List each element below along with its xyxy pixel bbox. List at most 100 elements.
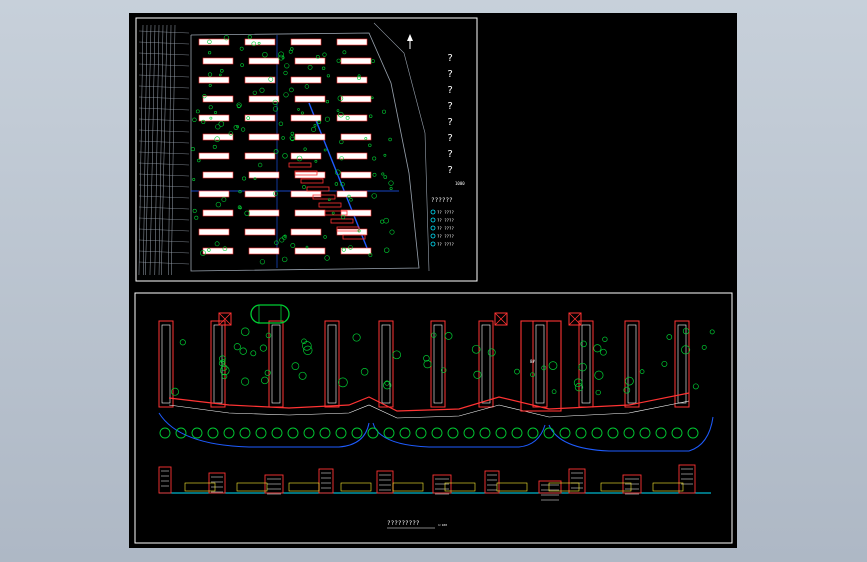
- tree-icon: [221, 197, 227, 202]
- tree-icon: [194, 215, 199, 220]
- podium-outline: [168, 392, 690, 412]
- tree-icon: [388, 137, 392, 142]
- residential-block: [198, 190, 230, 198]
- tree-icon: [179, 339, 186, 346]
- residential-block: [248, 95, 280, 103]
- legend-row: ?? ????: [437, 210, 454, 215]
- tree-icon: [278, 51, 284, 58]
- tree-icon: [338, 377, 348, 388]
- site-boundary: [373, 22, 430, 272]
- tree-icon: [383, 427, 395, 439]
- residential-block: [202, 57, 234, 65]
- residential-block: [248, 247, 280, 255]
- building-elevation: [376, 470, 394, 494]
- tree-icon: [219, 73, 222, 77]
- tree-icon: [289, 87, 294, 93]
- oval-pavilion: [250, 304, 290, 324]
- tree-icon: [324, 255, 330, 261]
- residential-block: [330, 218, 354, 224]
- street-line: [138, 239, 190, 243]
- legend-mark: ?: [447, 101, 453, 112]
- tower-wing: [478, 320, 494, 408]
- residential-block: [294, 133, 326, 141]
- tree-icon: [264, 369, 271, 376]
- tree-icon: [368, 143, 372, 148]
- tree-icon: [255, 427, 267, 439]
- tree-icon: [257, 162, 263, 168]
- tree-icon: [239, 46, 244, 51]
- residential-block: [340, 57, 372, 65]
- tree-icon: [602, 336, 608, 342]
- tree-icon: [290, 131, 295, 136]
- tower-core: [213, 324, 223, 404]
- tree-icon: [159, 427, 171, 439]
- tree-icon: [247, 34, 252, 39]
- podium-elevation: [444, 482, 476, 492]
- tree-icon: [271, 427, 283, 439]
- podium-elevation: [288, 482, 320, 492]
- tree-icon: [274, 240, 279, 245]
- tree-icon: [551, 389, 557, 395]
- tree-icon: [303, 147, 307, 151]
- tree-icon: [342, 50, 347, 55]
- tree-icon: [214, 111, 218, 115]
- tree-icon: [282, 153, 288, 159]
- tree-icon: [278, 121, 284, 127]
- tree-icon: [208, 105, 213, 110]
- street-line: [154, 24, 160, 276]
- tree-icon: [701, 344, 707, 350]
- residential-block: [248, 133, 280, 141]
- residential-block: [288, 162, 312, 168]
- tree-icon: [399, 427, 411, 439]
- tree-icon: [282, 235, 287, 240]
- tree-icon: [291, 362, 300, 370]
- street-line: [138, 85, 190, 89]
- residential-block: [290, 190, 322, 198]
- tree-icon: [240, 63, 244, 67]
- tree-icon: [623, 427, 635, 439]
- tower-wing: [268, 320, 284, 408]
- tree-icon: [331, 211, 335, 215]
- residential-block: [290, 114, 322, 122]
- cad-canvas: ? ? ? ? ? ? ? ? 1000 ?????? ?? ???? ?? ?…: [134, 17, 733, 544]
- tree-icon: [578, 362, 587, 372]
- residential-block: [248, 171, 280, 179]
- tree-icon: [250, 350, 257, 357]
- residential-block: [248, 57, 280, 65]
- tree-icon: [388, 180, 394, 186]
- residential-block: [336, 38, 368, 46]
- tree-icon: [214, 241, 220, 247]
- drawing-sheet[interactable]: ? ? ? ? ? ? ? ? 1000 ?????? ?? ???? ?? ?…: [129, 13, 737, 548]
- tree-icon: [279, 237, 285, 243]
- tree-icon: [415, 427, 427, 439]
- tree-icon: [625, 376, 634, 386]
- tower-core: [381, 324, 391, 404]
- tree-icon: [655, 427, 667, 439]
- tree-icon: [303, 427, 315, 439]
- tower-core: [161, 324, 171, 404]
- tree-icon: [240, 127, 246, 132]
- tower-core: [581, 324, 591, 404]
- residential-block: [198, 228, 230, 236]
- tree-icon: [314, 159, 318, 163]
- tree-icon: [321, 66, 326, 70]
- tree-icon: [298, 371, 307, 380]
- tree-icon: [349, 198, 353, 202]
- legend-row: ?? ????: [437, 226, 454, 231]
- tree-icon: [444, 332, 453, 340]
- tree-icon: [495, 427, 507, 439]
- residential-block: [340, 95, 372, 103]
- residential-block: [290, 38, 322, 46]
- tree-icon: [709, 329, 715, 335]
- tree-icon: [323, 148, 327, 152]
- residential-block: [294, 57, 326, 65]
- tower-core: [327, 324, 337, 404]
- tree-icon: [313, 124, 317, 127]
- tree-icon: [319, 427, 331, 439]
- tree-icon: [511, 427, 523, 439]
- residential-block: [290, 228, 322, 236]
- tree-icon: [197, 158, 201, 163]
- tree-icon: [207, 427, 219, 439]
- tree-icon: [692, 383, 699, 390]
- tree-icon: [548, 361, 558, 370]
